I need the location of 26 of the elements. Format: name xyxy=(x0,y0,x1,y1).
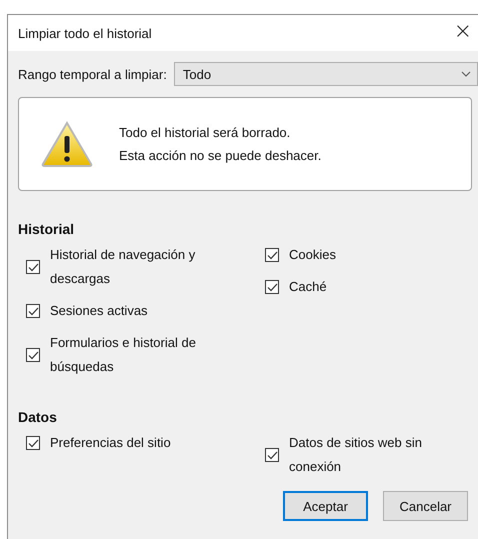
checkbox-label[interactable]: Datos de sitios web sin conexión xyxy=(289,431,449,479)
checkbox[interactable] xyxy=(26,304,40,318)
close-button[interactable]: × xyxy=(448,21,478,45)
checkbox[interactable] xyxy=(265,280,279,294)
checkbox[interactable] xyxy=(265,448,279,462)
time-range-label: Rango temporal a limpiar: xyxy=(18,66,167,82)
warning-text: Esta acción no se puede deshacer. xyxy=(119,148,322,163)
accept-button[interactable]: Aceptar xyxy=(283,491,368,521)
section-heading: Datos xyxy=(18,409,58,425)
warning-icon xyxy=(41,121,93,167)
checkbox[interactable] xyxy=(265,248,279,262)
checkbox-label[interactable]: Preferencias del sitio xyxy=(50,431,210,455)
window-title: Limpiar todo el historial xyxy=(18,26,152,40)
checkbox-label[interactable]: Sesiones activas xyxy=(50,299,210,323)
chevron-down-icon xyxy=(461,71,471,77)
time-range-dropdown[interactable]: Todo xyxy=(174,62,478,86)
checkbox[interactable] xyxy=(26,260,40,274)
warning-text: Todo el historial será borrado. xyxy=(119,125,292,140)
checkbox-label[interactable]: Historial de navegación y descargas xyxy=(50,243,210,291)
checkbox-label[interactable]: Caché xyxy=(289,275,449,299)
checkbox[interactable] xyxy=(26,348,40,362)
cancel-button[interactable]: Cancelar xyxy=(383,491,468,521)
section-heading: Historial xyxy=(18,221,76,237)
checkbox-label[interactable]: Formularios e historial de búsquedas xyxy=(50,331,210,379)
checkbox[interactable] xyxy=(26,436,40,450)
checkbox-label[interactable]: Cookies xyxy=(289,243,449,267)
